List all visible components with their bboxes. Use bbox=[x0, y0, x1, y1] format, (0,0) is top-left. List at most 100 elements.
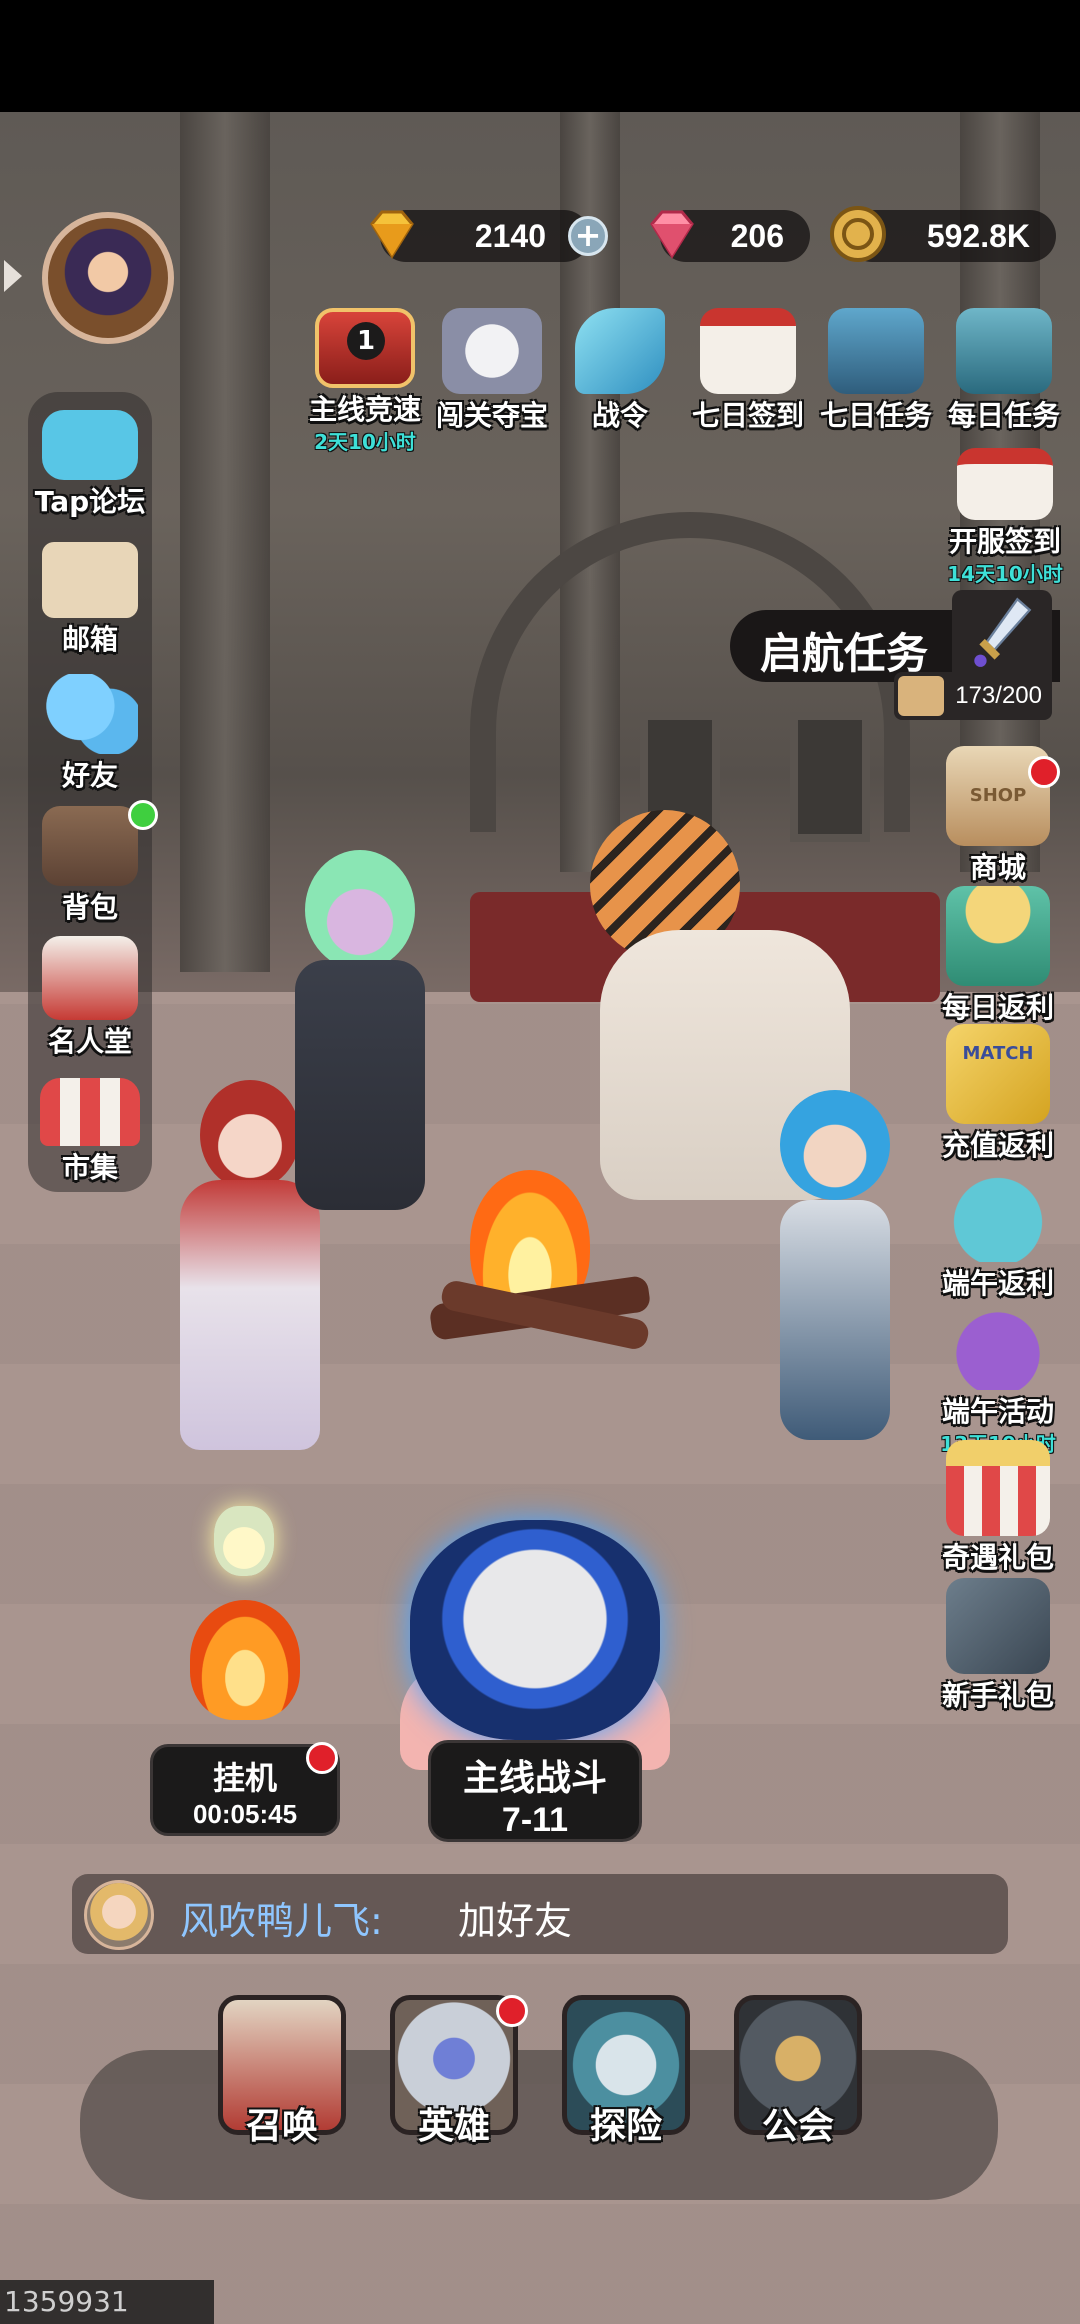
friends-button[interactable]: 好友 bbox=[24, 674, 156, 794]
market-button[interactable]: 市集 bbox=[24, 1078, 156, 1186]
green-hair-sorceress-hero bbox=[255, 850, 455, 1230]
shield-crest-icon bbox=[42, 936, 138, 1020]
mailbox-button[interactable]: 邮箱 bbox=[24, 542, 156, 658]
main-race-timer: 2天10小时 bbox=[314, 430, 416, 454]
coin-value: 592.8K bbox=[926, 218, 1030, 254]
build-id-overlay: 1359931 dcdd6e bbox=[0, 2280, 214, 2324]
chat-avatar bbox=[84, 1880, 154, 1950]
battle-pass-button[interactable]: 战令 bbox=[560, 308, 680, 434]
dragon-boat-event-button[interactable]: 端午活动 13天10小时 bbox=[928, 1300, 1068, 1457]
nav-explore[interactable]: 探险 bbox=[556, 1995, 696, 2149]
dragon-boat-rebate-label: 端午返利 bbox=[941, 1267, 1054, 1300]
gold-gem-icon bbox=[370, 210, 414, 259]
market-label: 市集 bbox=[61, 1151, 118, 1184]
hall-of-fame-label: 名人堂 bbox=[47, 1025, 132, 1058]
chest-icon bbox=[946, 1578, 1050, 1674]
battle-pass-label: 战令 bbox=[591, 399, 648, 432]
dragon-boat-rebate-button[interactable]: 端午返利 bbox=[928, 1162, 1068, 1302]
calendar-icon bbox=[957, 448, 1053, 520]
chat-bar[interactable]: 风吹鸭儿飞: 加好友 bbox=[72, 1874, 1008, 1954]
newbie-pack-label: 新手礼包 bbox=[941, 1679, 1054, 1712]
seven-day-checkin-button[interactable]: 七日签到 bbox=[688, 308, 808, 434]
envelope-icon bbox=[42, 542, 138, 618]
bg-pillar bbox=[180, 112, 270, 972]
player-avatar[interactable] bbox=[42, 212, 174, 344]
main-battle-stage: 7-11 bbox=[501, 1801, 569, 1839]
add-gems-button[interactable]: + bbox=[568, 216, 608, 256]
gold-gem-counter: 2140 + bbox=[370, 210, 608, 262]
pink-gem-icon bbox=[650, 210, 694, 259]
dungeon-treasure-button[interactable]: 闯关夺宝 bbox=[432, 308, 552, 434]
backpack-button[interactable]: 背包 bbox=[24, 800, 158, 926]
idle-fire-icon bbox=[190, 1600, 300, 1720]
coin-icon bbox=[830, 206, 886, 262]
gift-box-icon bbox=[946, 886, 1050, 986]
open-server-checkin-button[interactable]: 开服签到 14天10小时 bbox=[940, 448, 1070, 587]
helmet-task-icon bbox=[828, 308, 924, 394]
shop-notification-dot bbox=[1028, 756, 1060, 788]
potion-bottle-icon[interactable] bbox=[214, 1506, 274, 1576]
calendar-icon bbox=[700, 308, 796, 394]
voyage-quest-progress: 173/200 bbox=[894, 672, 1052, 720]
tap-forum-button[interactable]: Tap论坛 bbox=[24, 410, 156, 520]
treasure-bag-icon bbox=[946, 1162, 1050, 1262]
chat-sender: 风吹鸭儿飞: bbox=[180, 1899, 383, 1943]
nav-explore-label: 探险 bbox=[589, 2106, 662, 2147]
hall-of-fame-button[interactable]: 名人堂 bbox=[24, 936, 156, 1060]
adventure-pack-label: 奇遇礼包 bbox=[941, 1541, 1054, 1574]
feather-pass-icon bbox=[575, 308, 665, 394]
crystal-icon bbox=[898, 676, 944, 716]
idle-notification-dot bbox=[306, 1742, 338, 1774]
heroes-notification-dot bbox=[496, 1995, 528, 2027]
card-icon: MATCH bbox=[946, 1024, 1050, 1124]
trophy-icon: 1 bbox=[315, 308, 415, 388]
nav-summon[interactable]: 召唤 bbox=[212, 1995, 352, 2149]
chat-message: 加好友 bbox=[458, 1899, 573, 1943]
event-bag-icon bbox=[946, 1300, 1050, 1390]
card-text: MATCH bbox=[962, 1043, 1034, 1064]
nav-heroes-label: 英雄 bbox=[417, 2106, 490, 2147]
daily-tasks-label: 每日任务 bbox=[947, 399, 1060, 432]
main-race-button[interactable]: 1 主线竞速 2天10小时 bbox=[305, 308, 425, 455]
pink-gem-value: 206 bbox=[730, 218, 784, 254]
build-id-text: 1359931 dcdd6e bbox=[4, 2285, 129, 2318]
gold-gem-value: 2140 bbox=[474, 218, 546, 254]
recharge-rebate-button[interactable]: MATCH 充值返利 bbox=[928, 1024, 1068, 1164]
mailbox-label: 邮箱 bbox=[61, 623, 118, 656]
wolf-crest-icon bbox=[442, 308, 542, 394]
daily-tasks-button[interactable]: 每日任务 bbox=[944, 308, 1064, 434]
tap-forum-label: Tap论坛 bbox=[34, 485, 146, 518]
shop-bag-text: SHOP bbox=[969, 785, 1027, 806]
nav-guild[interactable]: 公会 bbox=[728, 1995, 868, 2149]
open-server-checkin-label: 开服签到 bbox=[948, 525, 1061, 558]
adventure-pack-button[interactable]: 奇遇礼包 bbox=[928, 1440, 1068, 1576]
idle-timer: 00:05:45 bbox=[192, 1799, 298, 1829]
friends-icon bbox=[42, 674, 138, 754]
seven-day-checkin-label: 七日签到 bbox=[691, 399, 804, 432]
coin-counter: 592.8K bbox=[830, 206, 1056, 262]
popcorn-gift-icon bbox=[946, 1440, 1050, 1536]
expand-arrow-icon[interactable] bbox=[4, 260, 22, 292]
book-task-icon bbox=[956, 308, 1052, 394]
daily-rebate-button[interactable]: 每日返利 bbox=[928, 886, 1068, 1026]
newbie-pack-button[interactable]: 新手礼包 bbox=[928, 1578, 1068, 1714]
backpack-notification-dot bbox=[128, 800, 158, 830]
daily-rebate-label: 每日返利 bbox=[941, 991, 1054, 1024]
main-race-label: 主线竞速 bbox=[308, 393, 421, 426]
seven-day-tasks-label: 七日任务 bbox=[819, 399, 932, 432]
shop-label: 商城 bbox=[969, 851, 1026, 884]
backpack-icon bbox=[42, 806, 138, 886]
wolf-emblem-icon[interactable] bbox=[410, 1520, 660, 1740]
blue-hair-spearman-hero bbox=[740, 1090, 940, 1450]
seven-day-tasks-button[interactable]: 七日任务 bbox=[816, 308, 936, 434]
main-battle-label: 主线战斗 bbox=[462, 1758, 607, 1799]
nav-guild-label: 公会 bbox=[761, 2106, 834, 2147]
nav-heroes[interactable]: 英雄 bbox=[384, 1995, 528, 2149]
dragon-boat-event-label: 端午活动 bbox=[941, 1395, 1054, 1428]
status-bar bbox=[0, 0, 1080, 112]
dungeon-treasure-label: 闯关夺宝 bbox=[435, 399, 548, 432]
nav-summon-label: 召唤 bbox=[245, 2106, 318, 2147]
main-battle-button[interactable]: 主线战斗 7-11 bbox=[428, 1740, 642, 1842]
market-stall-icon bbox=[40, 1078, 140, 1146]
shop-button[interactable]: SHOP 商城 bbox=[928, 746, 1068, 886]
